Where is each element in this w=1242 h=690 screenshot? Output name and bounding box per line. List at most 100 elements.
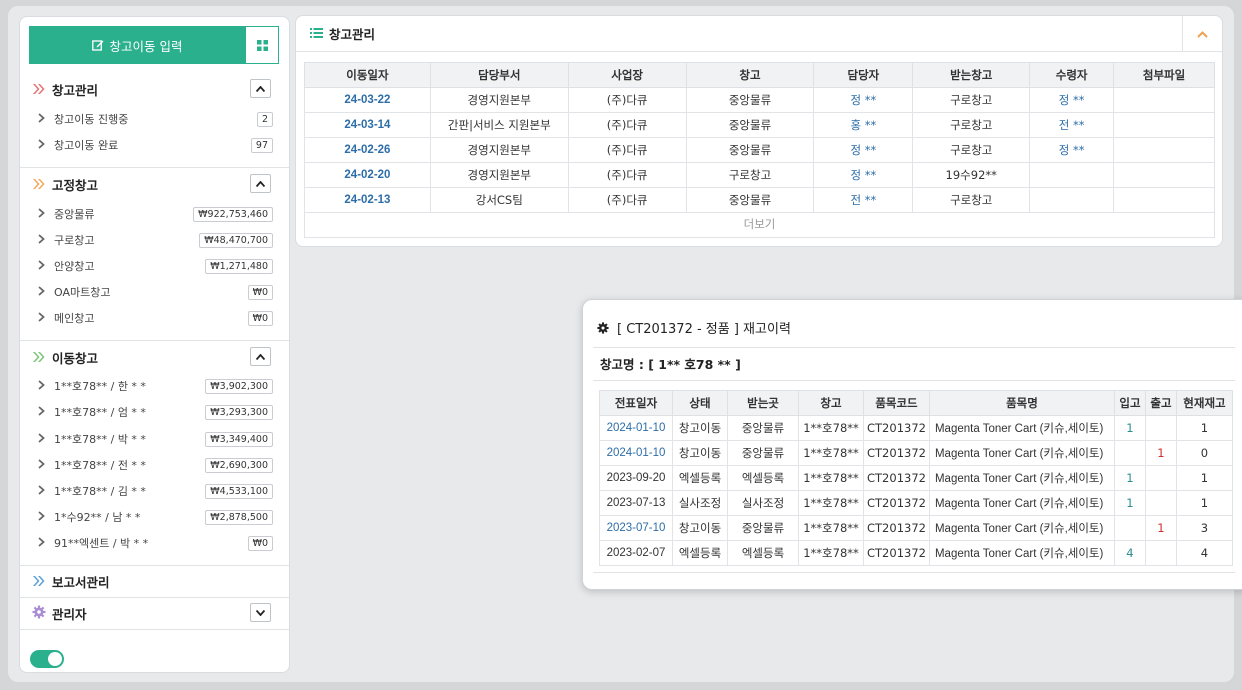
- item-name-cell: Magenta Toner Cart (키슈,세이토): [928, 540, 1115, 566]
- column-header[interactable]: 품목코드: [863, 390, 930, 416]
- edit-icon: [91, 40, 103, 51]
- column-header[interactable]: 첨부파일: [1113, 62, 1215, 88]
- slip-date-cell: 2023-07-13: [599, 490, 673, 516]
- move-date-link[interactable]: 24-02-13: [304, 187, 431, 213]
- panel-collapse-button[interactable]: [1182, 16, 1222, 52]
- amount-badge: ₩3,293,300: [205, 404, 273, 420]
- chevron-right-icon: [38, 285, 54, 299]
- sidebar-item-move-complete[interactable]: 창고이동 완료 97: [38, 134, 273, 156]
- out-qty-cell: 1: [1144, 440, 1177, 466]
- column-header[interactable]: 창고: [798, 390, 864, 416]
- sidebar-item-oa-mart[interactable]: OA마트창고 ₩0: [38, 281, 273, 303]
- slip-date-link[interactable]: 2023-07-10: [599, 515, 673, 541]
- move-date-link[interactable]: 24-03-14: [304, 112, 431, 138]
- section-report-mgmt[interactable]: 보고서관리: [20, 565, 289, 597]
- chevron-right-icon: [38, 259, 54, 273]
- move-date-link[interactable]: 24-03-22: [304, 87, 431, 113]
- table-row[interactable]: 24-02-20 경영지원본부 (주)다큐 구로창고 정 ** 19수92**: [304, 162, 1215, 188]
- sidebar-item-guro[interactable]: 구로창고 ₩48,470,700: [38, 229, 273, 251]
- receiving-warehouse-cell: 구로창고: [912, 187, 1031, 213]
- item-name-cell: Magenta Toner Cart (키슈,세이토): [928, 415, 1115, 441]
- section-mobile-warehouse[interactable]: 이동창고: [20, 341, 289, 373]
- status-cell: 엑셀등록: [672, 540, 728, 566]
- load-more-button[interactable]: 더보기: [304, 212, 1215, 238]
- collapse-button[interactable]: [250, 347, 271, 366]
- table-row[interactable]: 24-03-22 경영지원본부 (주)다큐 중앙물류 정 ** 구로창고 정 *…: [304, 87, 1215, 113]
- column-header[interactable]: 출고: [1144, 390, 1177, 416]
- warehouse-move-input-button[interactable]: 창고이동 입력: [29, 26, 245, 64]
- column-header[interactable]: 상태: [672, 390, 728, 416]
- column-header[interactable]: 이동일자: [304, 62, 431, 88]
- in-qty-cell: [1113, 515, 1146, 541]
- column-header[interactable]: 현재재고: [1175, 390, 1233, 416]
- warehouse-cell: 중앙물류: [685, 187, 815, 213]
- amount-badge: ₩2,690,300: [205, 457, 273, 473]
- manager-cell: 정 **: [813, 137, 914, 163]
- table-row[interactable]: 24-02-26 경영지원본부 (주)다큐 중앙물류 정 ** 구로창고 정 *…: [304, 137, 1215, 163]
- sidebar-item-anyang[interactable]: 안양창고 ₩1,271,480: [38, 255, 273, 277]
- table-row[interactable]: 24-02-13 강서CS팀 (주)다큐 중앙물류 전 ** 구로창고: [304, 187, 1215, 213]
- stock-cell: 4: [1175, 540, 1233, 566]
- item-name-cell: Magenta Toner Cart (키슈,세이토): [928, 515, 1115, 541]
- slip-date-link[interactable]: 2024-01-10: [599, 440, 673, 466]
- column-header[interactable]: 담당자: [813, 62, 914, 88]
- move-date-link[interactable]: 24-02-20: [304, 162, 431, 188]
- chevron-right-icon: [38, 458, 54, 472]
- table-row[interactable]: 24-03-14 간판|서비스 지원본부 (주)다큐 중앙물류 홍 ** 구로창…: [304, 112, 1215, 138]
- section-admin[interactable]: 관리자: [20, 597, 289, 629]
- move-date-link[interactable]: 24-02-26: [304, 137, 431, 163]
- section-warehouse-mgmt[interactable]: 창고관리: [20, 73, 289, 105]
- sidebar-item-vehicle-6[interactable]: 1*수92** / 남 * * ₩2,878,500: [38, 506, 273, 528]
- gear-icon: [32, 605, 52, 622]
- item-code-cell: CT201372: [863, 415, 930, 441]
- sidebar-item-vehicle-5[interactable]: 1**호78** / 김 * * ₩4,533,100: [38, 480, 273, 502]
- column-header[interactable]: 전표일자: [599, 390, 673, 416]
- section-fixed-warehouse[interactable]: 고정창고: [20, 168, 289, 200]
- column-header[interactable]: 받는창고: [912, 62, 1031, 88]
- attachment-cell: [1113, 162, 1215, 188]
- grid-view-button[interactable]: [245, 26, 279, 64]
- sidebar-item-label: 1**호78** / 엄 * *: [54, 406, 146, 419]
- divider: [593, 380, 1235, 381]
- chevron-right-icon: [38, 510, 54, 524]
- column-header[interactable]: 품목명: [928, 390, 1115, 416]
- table-row: 2023-02-07 엑셀등록 엑셀등록 1**호78** CT201372 M…: [599, 540, 1233, 566]
- item-code-cell: CT201372: [863, 465, 930, 491]
- chevron-right-icon: [38, 484, 54, 498]
- sidebar-item-move-in-progress[interactable]: 창고이동 진행중 2: [38, 108, 273, 130]
- column-header[interactable]: 수령자: [1029, 62, 1115, 88]
- chevron-right-icon: [38, 233, 54, 247]
- chevron-right-icon: [38, 112, 54, 126]
- sidebar-item-vehicle-3[interactable]: 1**호78** / 박 * * ₩3,349,400: [38, 428, 273, 450]
- sidebar-item-main[interactable]: 메인창고 ₩0: [38, 307, 273, 329]
- double-chevron-icon: [32, 574, 52, 589]
- sidebar-item-vehicle-7[interactable]: 91**엑센트 / 박 * * ₩0: [38, 532, 273, 554]
- sidebar-item-central-logistics[interactable]: 중앙물류 ₩922,753,460: [38, 203, 273, 225]
- collapse-button[interactable]: [250, 174, 271, 193]
- column-header[interactable]: 창고: [685, 62, 815, 88]
- double-chevron-icon: [32, 350, 52, 365]
- column-header[interactable]: 입고: [1113, 390, 1146, 416]
- sidebar-item-vehicle-4[interactable]: 1**호78** / 전 * * ₩2,690,300: [38, 454, 273, 476]
- dept-cell: 경영지원본부: [429, 87, 569, 113]
- recipient-cell: [1029, 162, 1115, 188]
- table-row: 2024-01-10 창고이동 중앙물류 1**호78** CT201372 M…: [599, 415, 1233, 441]
- column-header[interactable]: 받는곳: [727, 390, 799, 416]
- chevron-up-icon: [1197, 30, 1208, 38]
- sidebar-item-vehicle-1[interactable]: 1**호78** / 한 * * ₩3,902,300: [38, 375, 273, 397]
- sidebar-item-vehicle-2[interactable]: 1**호78** / 엄 * * ₩3,293,300: [38, 401, 273, 423]
- attachment-cell: [1113, 87, 1215, 113]
- warehouse-cell: 1**호78**: [798, 540, 864, 566]
- toggle-switch[interactable]: [30, 650, 64, 668]
- warehouse-cell: 1**호78**: [798, 415, 864, 441]
- collapse-button[interactable]: [250, 79, 271, 98]
- sidebar-item-label: 1**호78** / 김 * *: [54, 485, 146, 498]
- stock-cell: 0: [1175, 440, 1233, 466]
- destination-cell: 엑셀등록: [727, 540, 799, 566]
- list-icon: [310, 26, 323, 41]
- amount-badge: ₩3,349,400: [205, 431, 273, 447]
- column-header[interactable]: 담당부서: [429, 62, 569, 88]
- slip-date-link[interactable]: 2024-01-10: [599, 415, 673, 441]
- expand-button[interactable]: [250, 603, 271, 622]
- column-header[interactable]: 사업장: [567, 62, 687, 88]
